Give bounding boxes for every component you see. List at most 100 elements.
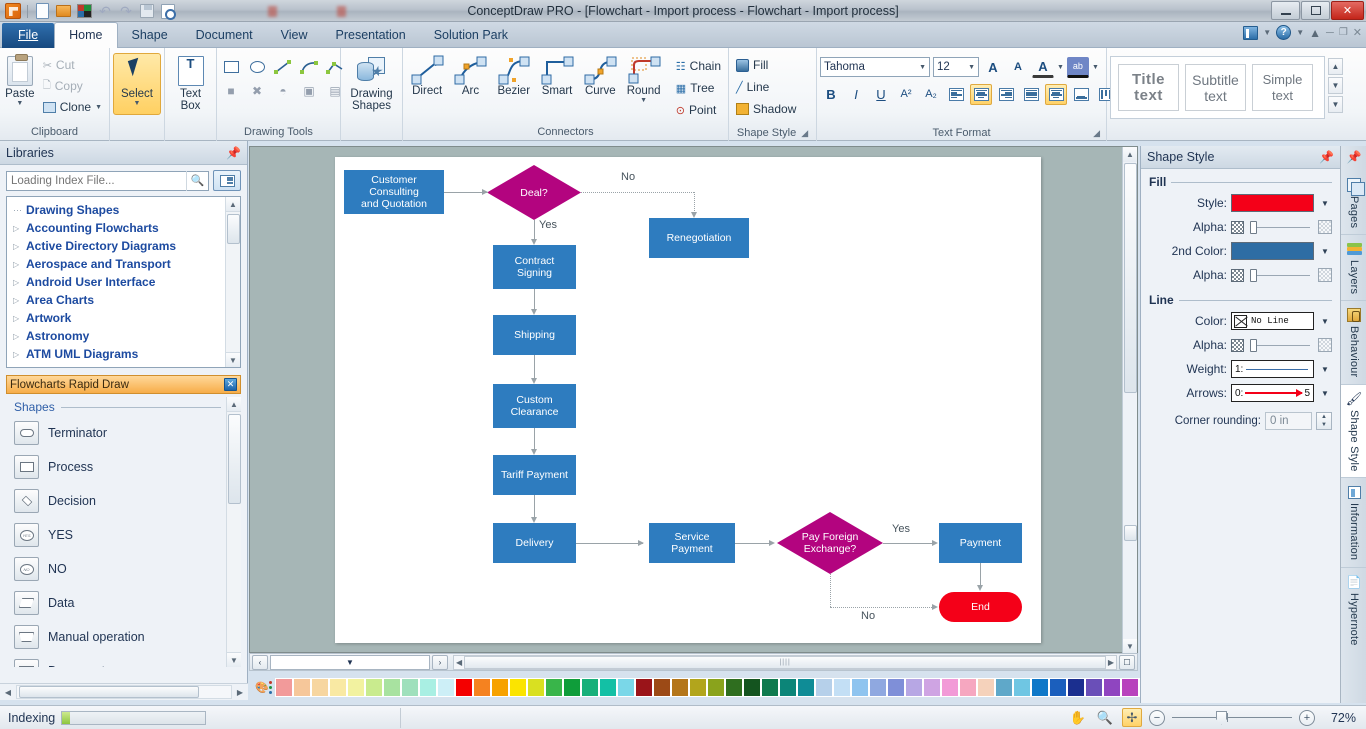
node-tariff-payment[interactable]: Tariff Payment: [493, 455, 576, 495]
pin-icon[interactable]: 📌: [1346, 149, 1362, 165]
zoom-in-button[interactable]: +: [1299, 709, 1315, 726]
library-shape-no[interactable]: NO NO: [6, 552, 241, 586]
shadow-button[interactable]: Shadow: [732, 99, 800, 119]
align-center-button[interactable]: [970, 83, 992, 105]
line-button[interactable]: ╱ Line: [732, 77, 773, 97]
swatch[interactable]: [958, 678, 977, 697]
align-right-button[interactable]: [995, 84, 1017, 105]
search-box[interactable]: 🔍: [6, 170, 209, 191]
highlight-button[interactable]: ab: [1066, 56, 1089, 78]
curve-tool-icon[interactable]: [298, 56, 320, 78]
line-arrows-combo[interactable]: 0: 5: [1231, 384, 1314, 402]
point-button[interactable]: ⊙ Point: [672, 100, 725, 120]
swatch[interactable]: [814, 678, 833, 697]
scroll-right-icon[interactable]: ▶: [1106, 658, 1116, 667]
chevron-down-icon[interactable]: ▼: [1318, 384, 1332, 402]
scroll-up-icon[interactable]: ▲: [1123, 147, 1137, 162]
shape-style-dialog-launcher[interactable]: ◢: [801, 126, 808, 140]
bold-button[interactable]: B: [820, 84, 842, 105]
chevron-right-icon[interactable]: ▷: [13, 350, 22, 359]
underline-button[interactable]: U: [870, 84, 892, 105]
vtab-behaviour[interactable]: Behaviour: [1341, 301, 1366, 385]
italic-button[interactable]: I: [845, 84, 867, 105]
font-size-combo[interactable]: 12 ▼: [933, 57, 979, 77]
tree-item-artwork[interactable]: ▷ Artwork: [13, 309, 240, 327]
scroll-up-icon[interactable]: ▲: [227, 397, 241, 412]
select-tool-button[interactable]: Select ▼: [113, 53, 161, 115]
page-prev-button[interactable]: ‹: [252, 654, 268, 670]
tab-view[interactable]: View: [267, 23, 322, 48]
swatch[interactable]: [490, 678, 509, 697]
swatch[interactable]: [850, 678, 869, 697]
swatch[interactable]: [274, 678, 293, 697]
library-shape-manual-operation[interactable]: Manual operation: [6, 620, 241, 654]
tree-button[interactable]: ▦ Tree: [672, 78, 725, 98]
chevron-right-icon[interactable]: ▷: [13, 278, 22, 287]
line-color-combo[interactable]: No Line: [1231, 312, 1314, 330]
scroll-thumb-secondary[interactable]: [1124, 525, 1137, 541]
doc-close-icon[interactable]: ✕: [1353, 26, 1362, 39]
line-alpha-slider[interactable]: [1248, 338, 1314, 352]
chevron-down-icon[interactable]: ▼: [1092, 64, 1099, 71]
swatch[interactable]: [940, 678, 959, 697]
chain-button[interactable]: ☷ Chain: [672, 56, 725, 76]
swatch[interactable]: [976, 678, 995, 697]
chevron-right-icon[interactable]: ▷: [13, 314, 22, 323]
tree-item-atm-uml-diagrams[interactable]: ▷ ATM UML Diagrams: [13, 345, 240, 363]
zoom-out-button[interactable]: −: [1149, 709, 1165, 726]
zoom-marquee-icon[interactable]: 🔍: [1095, 708, 1115, 727]
swatch[interactable]: [1120, 678, 1139, 697]
scroll-left-icon[interactable]: ◀: [0, 685, 16, 700]
vtab-information[interactable]: Information: [1341, 478, 1366, 568]
tree-item-android-user-interface[interactable]: ▷ Android User Interface: [13, 273, 240, 291]
vtab-hypernote[interactable]: 📄 Hypernote: [1341, 568, 1366, 652]
line-weight-combo[interactable]: 1:: [1231, 360, 1314, 378]
line-tool-icon[interactable]: [272, 56, 294, 78]
palette-mode-dots[interactable]: [268, 680, 272, 695]
libraries-horizontal-scrollbar[interactable]: ◀ ▶: [0, 683, 248, 700]
canvas-area[interactable]: Customer Consulting and Quotation Deal? …: [249, 146, 1138, 654]
tree-item-aerospace-and-transport[interactable]: ▷ Aerospace and Transport: [13, 255, 240, 273]
fit-page-button[interactable]: ☐: [1119, 654, 1135, 670]
vtabs-pin[interactable]: 📌: [1341, 146, 1366, 171]
chevron-right-icon[interactable]: ▷: [13, 224, 22, 233]
fill-color-swatch[interactable]: [1231, 194, 1314, 212]
font-name-combo[interactable]: Tahoma ▼: [820, 57, 930, 77]
canvas-vertical-scrollbar[interactable]: ▲ ▼: [1122, 147, 1137, 654]
search-input[interactable]: [7, 174, 186, 187]
node-delivery[interactable]: Delivery: [493, 523, 576, 563]
swatch[interactable]: [1012, 678, 1031, 697]
node-end-terminator[interactable]: End: [939, 592, 1022, 622]
paint-bucket-icon[interactable]: 🎨: [255, 680, 269, 695]
intersect-shapes-icon[interactable]: ◓: [272, 80, 294, 102]
align-justify-button[interactable]: [1020, 84, 1042, 105]
swatch[interactable]: [994, 678, 1013, 697]
swatch[interactable]: [688, 678, 707, 697]
swatch[interactable]: [418, 678, 437, 697]
fill-button[interactable]: Fill: [732, 55, 772, 75]
node-renegotiation[interactable]: Renegotiation: [649, 218, 749, 258]
pin-icon[interactable]: 📌: [1319, 150, 1334, 164]
fill-alpha-slider[interactable]: [1248, 220, 1314, 234]
node-contract-signing[interactable]: Contract Signing: [493, 245, 576, 289]
align-left-button[interactable]: [945, 84, 967, 105]
swatch[interactable]: [616, 678, 635, 697]
vtab-shape-style[interactable]: 🖌 Shape Style: [1341, 384, 1366, 479]
swatch[interactable]: [760, 678, 779, 697]
chevron-down-icon[interactable]: ▼: [1318, 242, 1332, 260]
node-service-payment[interactable]: Service Payment: [649, 523, 735, 563]
library-view-toggle-button[interactable]: [213, 170, 241, 191]
rectangle-tool-icon[interactable]: [220, 56, 242, 78]
chevron-down-icon[interactable]: ▼: [134, 100, 141, 107]
swatch[interactable]: [364, 678, 383, 697]
scroll-left-icon[interactable]: ◀: [454, 658, 464, 667]
tree-item-audio-and-video-connectors[interactable]: ▷ Audio and Video Connectors: [13, 363, 240, 367]
scroll-up-icon[interactable]: ▲: [226, 197, 240, 212]
node-payment[interactable]: Payment: [939, 523, 1022, 563]
drawing-page[interactable]: Customer Consulting and Quotation Deal? …: [335, 157, 1041, 643]
minimize-button[interactable]: [1271, 1, 1300, 20]
node-custom-clearance[interactable]: Custom Clearance: [493, 384, 576, 428]
doc-minimize-icon[interactable]: ─: [1326, 27, 1334, 39]
swatch[interactable]: [1030, 678, 1049, 697]
chevron-down-icon[interactable]: ▼: [1318, 194, 1332, 212]
